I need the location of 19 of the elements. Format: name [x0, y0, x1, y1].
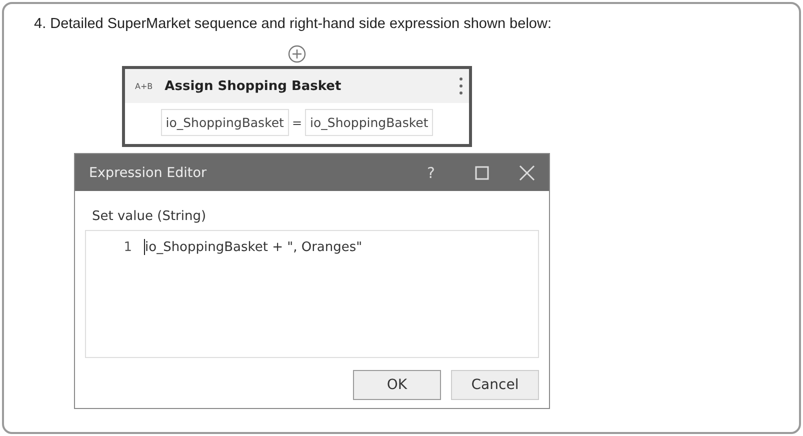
help-button[interactable]: ?: [427, 164, 435, 182]
line-number: 1: [122, 240, 132, 254]
equals-sign: =: [292, 116, 302, 130]
set-value-label: Set value (String): [92, 209, 208, 224]
close-icon[interactable]: [519, 164, 535, 180]
value-field[interactable]: io_ShoppingBasket: [305, 109, 434, 136]
more-options-icon[interactable]: [459, 77, 463, 95]
assign-to-field[interactable]: io_ShoppingBasket: [160, 109, 289, 136]
add-activity-icon[interactable]: [288, 45, 306, 63]
ok-button[interactable]: OK: [353, 370, 441, 400]
maximize-icon[interactable]: [475, 166, 489, 180]
code-line: io_ShoppingBasket + ", Oranges": [145, 240, 362, 254]
cancel-button[interactable]: Cancel: [451, 370, 539, 400]
question-text: 4. Detailed SuperMarket sequence and right-hand side expression shown below:: [34, 16, 552, 32]
assign-activity-card[interactable]: A+B Assign Shopping Basket io_ShoppingBasket = io_ShoppingBasket: [122, 66, 472, 147]
code-editor[interactable]: 1 io_ShoppingBasket + ", Oranges": [85, 230, 539, 358]
assign-type-label: A+B: [135, 82, 153, 90]
dialog-title: Expression Editor: [89, 164, 208, 180]
activity-title: Assign Shopping Basket: [164, 78, 342, 94]
